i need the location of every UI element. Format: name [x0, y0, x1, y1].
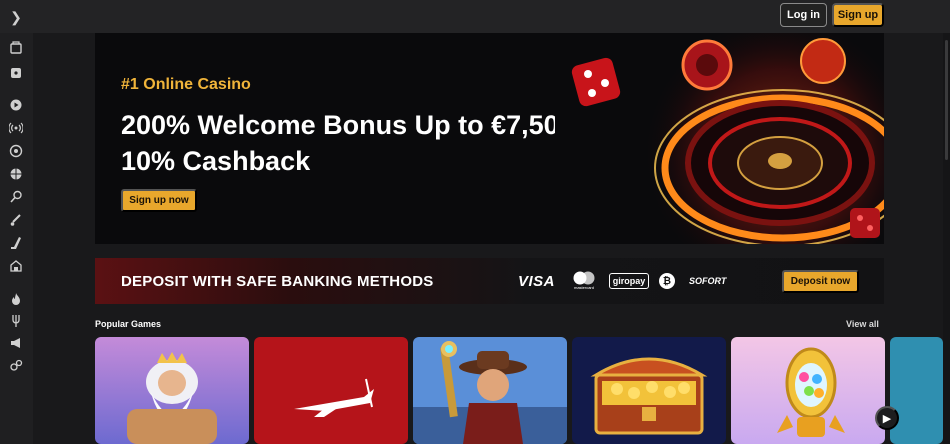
tennis-icon[interactable]: [8, 189, 24, 205]
chevron-right-icon[interactable]: ❯: [8, 9, 24, 25]
mastercard-logo: mastercard: [568, 271, 600, 291]
game-card-wild-west[interactable]: [413, 337, 567, 444]
login-button[interactable]: Log in: [780, 3, 827, 27]
scrollbar-thumb[interactable]: [945, 40, 948, 160]
roulette-illustration: [555, 33, 884, 244]
visa-logo: VISA: [518, 272, 556, 290]
signup-button[interactable]: Sign up: [832, 3, 884, 27]
hero-signup-button[interactable]: Sign up now: [121, 189, 197, 212]
baseball-icon[interactable]: [8, 212, 24, 228]
deposit-now-button[interactable]: Deposit now: [782, 270, 859, 293]
popular-games-title: Popular Games: [95, 319, 162, 329]
soccer-icon[interactable]: [8, 143, 24, 159]
game-card-gacha-egg[interactable]: [731, 337, 885, 444]
hero-eyebrow: #1 Online Casino: [121, 76, 251, 93]
promotions-icon[interactable]: [8, 335, 24, 351]
bitcoin-logo: ₿: [659, 273, 675, 289]
game-card-aviator[interactable]: [254, 337, 408, 444]
basketball-icon[interactable]: [8, 166, 24, 182]
game-card-partial[interactable]: [890, 337, 943, 444]
hot-icon[interactable]: [8, 291, 24, 307]
esports-icon[interactable]: [8, 258, 24, 274]
giropay-logo: giropay: [609, 273, 649, 289]
carousel-next-button[interactable]: ▶: [875, 406, 899, 430]
view-all-link[interactable]: View all: [846, 319, 879, 329]
mastercard-label: mastercard: [573, 285, 594, 290]
fork-icon[interactable]: [8, 313, 24, 329]
sportsbook-icon[interactable]: [8, 40, 24, 56]
casino-icon[interactable]: [8, 65, 24, 81]
hockey-icon[interactable]: [8, 235, 24, 251]
in-play-icon[interactable]: [8, 120, 24, 136]
banking-title: DEPOSIT WITH SAFE BANKING METHODS: [121, 273, 434, 290]
trophy-icon[interactable]: [8, 357, 24, 373]
game-card-treasure-chest[interactable]: [572, 337, 726, 444]
sofort-logo: SOFORT: [689, 276, 727, 286]
hero-banner[interactable]: #1 Online Casino 200% Welcome Bonus Up t…: [95, 33, 884, 244]
banking-banner[interactable]: DEPOSIT WITH SAFE BANKING METHODS VISA m…: [95, 258, 884, 304]
live-icon[interactable]: [8, 97, 24, 113]
game-card-zeus[interactable]: [95, 337, 249, 444]
